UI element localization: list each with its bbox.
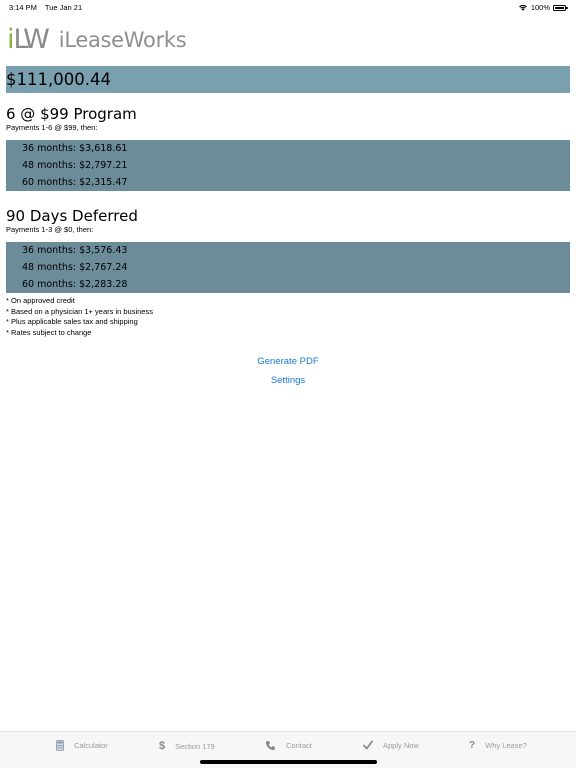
note-line: * On approved credit xyxy=(6,296,75,305)
tab-section-179[interactable]: $ Section 179 xyxy=(159,740,215,752)
program-title: 6 @ $99 Program xyxy=(6,105,137,123)
rate-block: 36 months: $3,618.61 48 months: $2,797.2… xyxy=(6,140,570,191)
rate-block: 36 months: $3,576.43 48 months: $2,767.2… xyxy=(6,242,570,293)
note-line: * Based on a physician 1+ years in busin… xyxy=(6,306,153,316)
status-left: 3:14 PM Tue Jan 21 xyxy=(9,3,88,12)
tab-why-lease[interactable]: ? Why Lease? xyxy=(469,740,527,751)
checkmark-icon xyxy=(363,740,373,750)
rate-row: 48 months: $2,797.21 xyxy=(22,160,128,171)
settings-button[interactable]: Settings xyxy=(188,375,388,386)
program-subtitle: Payments 1-3 @ $0, then: xyxy=(6,225,94,234)
tab-label: Why Lease? xyxy=(485,741,527,750)
rate-row: 48 months: $2,767.24 xyxy=(22,262,128,273)
tab-label: Contact xyxy=(286,741,312,750)
wifi-icon xyxy=(518,4,527,11)
tab-label: Section 179 xyxy=(175,741,215,751)
tab-label: Apply Now xyxy=(383,740,419,750)
rate-row: 36 months: $3,576.43 xyxy=(22,245,128,256)
generate-pdf-button[interactable]: Generate PDF xyxy=(188,356,388,367)
total-amount-bar: $111,000.44 xyxy=(6,66,570,93)
battery-icon xyxy=(553,4,568,11)
note-line: * Rates subject to change xyxy=(6,327,92,337)
rate-row: 60 months: $2,315.47 xyxy=(22,177,128,188)
dollar-icon: $ xyxy=(159,740,166,752)
note-line: * Plus applicable sales tax and shipping xyxy=(6,317,138,326)
tab-apply-now[interactable]: Apply Now xyxy=(363,740,419,750)
program-subtitle: Payments 1-6 @ $99, then: xyxy=(6,123,98,132)
rate-row: 60 months: $2,283.28 xyxy=(22,279,128,290)
logo-mark-lw: LW xyxy=(13,24,50,55)
disclaimer-notes: * On approved credit * Based on a physic… xyxy=(6,296,153,338)
question-icon: ? xyxy=(469,740,476,751)
tab-contact[interactable]: Contact xyxy=(265,740,312,751)
logo-mark: i LW xyxy=(7,24,50,55)
total-amount: $111,000.44 xyxy=(6,70,111,89)
status-right: 100% xyxy=(518,3,568,12)
calculator-icon xyxy=(56,740,64,751)
program-title: 90 Days Deferred xyxy=(6,207,138,225)
app-logo: i LW iLeaseWorks xyxy=(7,24,187,55)
battery-percent: 100% xyxy=(530,3,550,12)
status-bar: 3:14 PM Tue Jan 21 100% xyxy=(0,0,576,14)
status-time: 3:14 PM xyxy=(9,3,37,12)
status-date: Tue Jan 21 xyxy=(44,3,83,12)
tab-label: Calculator xyxy=(74,741,108,750)
logo-text: iLeaseWorks xyxy=(58,28,187,52)
tab-calculator[interactable]: Calculator xyxy=(56,740,108,751)
home-indicator xyxy=(200,760,377,764)
rate-row: 36 months: $3,618.61 xyxy=(22,143,128,154)
phone-icon xyxy=(265,740,276,751)
